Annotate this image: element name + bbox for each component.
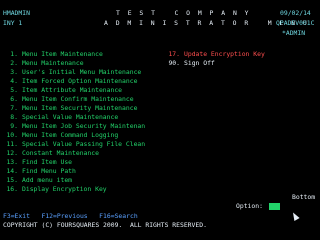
menu-item-label: Menu Maintenance [22, 59, 84, 67]
menu-item-number: 6. [10, 95, 18, 103]
menu-item-10[interactable]: 10. Menu Item Command Logging [0, 131, 119, 140]
device-id: INY 1 [3, 19, 23, 27]
menu-item-label: Find Item Use [22, 158, 73, 166]
menu-item-1[interactable]: 1. Menu Item Maintenance [0, 50, 103, 59]
menu-item-label: Special Value Passing File Clean [22, 140, 146, 148]
menu-item-number: 17. [168, 50, 180, 58]
menu-item-9[interactable]: 9. Menu Item Job Security Maintenan [0, 122, 146, 131]
menu-item-11[interactable]: 11. Special Value Passing File Clean [0, 140, 146, 149]
menu-item-label: Menu Item Confirm Maintenance [22, 95, 134, 103]
menu-item-label: Constant Maintenance [22, 149, 99, 157]
menu-item-label: Special Value Maintenance [22, 113, 119, 121]
menu-item-12[interactable]: 12. Constant Maintenance [0, 149, 99, 158]
menu-item-label: Menu Item Command Logging [22, 131, 119, 139]
menu-item-label: Item Attribute Maintenance [22, 86, 123, 94]
terminal-screen: HMADMIN INY 1 T E S T C O M P A N Y A D … [0, 0, 320, 240]
menu-item-label: Menu Item Security Maintenance [22, 104, 138, 112]
menu-item-number: 3. [10, 68, 18, 76]
menu-item-16[interactable]: 16. Display Encryption Key [0, 185, 107, 194]
mouse-pointer-icon [290, 211, 300, 221]
option-input[interactable] [269, 203, 280, 210]
menu-item-label: Menu Item Job Security Maintenan [22, 122, 146, 130]
menu-name: *ADMIN [282, 29, 306, 37]
menu-item-number: 11. [6, 140, 18, 148]
menu-item-7[interactable]: 7. Menu Item Security Maintenance [0, 104, 138, 113]
menu-item-4[interactable]: 4. Item Forced Option Maintenance [0, 77, 138, 86]
user-id: HMADMIN [3, 9, 30, 17]
menu-item-number: 8. [10, 113, 18, 121]
menu-item-label: Add menu item [22, 176, 73, 184]
menu-item-number: 9. [10, 122, 18, 130]
menu-item-number: 13. [6, 158, 18, 166]
menu-item-label: Update Encryption Key [184, 50, 265, 58]
menu-item-number: 2. [10, 59, 18, 67]
menu-item-number: 15. [6, 176, 18, 184]
function-keys[interactable]: F3=Exit F12=Previous F16=Search [3, 212, 138, 221]
menu-item-number: 16. [6, 185, 18, 193]
menu-item-number: 90. [168, 59, 180, 67]
menu-item-number: 1. [10, 50, 18, 58]
menu-item-number: 10. [6, 131, 18, 139]
menu-item-2[interactable]: 2. Menu Maintenance [0, 59, 84, 68]
menu-item-label: Find Menu Path [22, 167, 76, 175]
menu-item-label: Item Forced Option Maintenance [22, 77, 138, 85]
program-name: QPADEV001C [276, 19, 315, 27]
menu-item-number: 14. [6, 167, 18, 175]
menu-item-6[interactable]: 6. Menu Item Confirm Maintenance [0, 95, 134, 104]
option-label: Option: [236, 202, 263, 210]
copyright: COPYRIGHT (C) FOURSQUARES 2009. ALL RIGH… [3, 221, 207, 229]
menu-item-8[interactable]: 8. Special Value Maintenance [0, 113, 119, 122]
menu-item-label: Display Encryption Key [22, 185, 107, 193]
menu-item-13[interactable]: 13. Find Item Use [0, 158, 73, 167]
menu-item-label: User's Initial Menu Maintenance [22, 68, 142, 76]
menu-item-label: Menu Item Maintenance [22, 50, 103, 58]
menu-item-number: 4. [10, 77, 18, 85]
menu-item-17[interactable]: 17. Update Encryption Key [162, 50, 265, 59]
menu-item-5[interactable]: 5. Item Attribute Maintenance [0, 86, 123, 95]
date: 09/02/14 [280, 9, 311, 17]
menu-item-number: 12. [6, 149, 18, 157]
menu-item-label: Sign Off [184, 59, 215, 67]
menu-item-3[interactable]: 3. User's Initial Menu Maintenance [0, 68, 142, 77]
menu-item-90[interactable]: 90. Sign Off [162, 59, 215, 68]
menu-item-14[interactable]: 14. Find Menu Path [0, 167, 76, 176]
menu-item-number: 7. [10, 104, 18, 112]
company-title: T E S T C O M P A N Y [116, 9, 251, 17]
bottom-indicator: Bottom [292, 193, 316, 201]
menu-item-number: 5. [10, 86, 18, 94]
menu-item-15[interactable]: 15. Add menu item [0, 176, 73, 185]
